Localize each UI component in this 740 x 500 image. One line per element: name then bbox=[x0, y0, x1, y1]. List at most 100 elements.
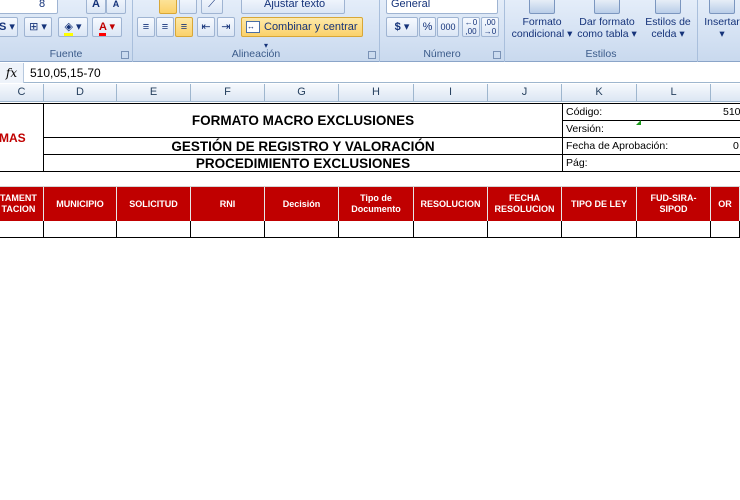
borders-icon: ⊞ bbox=[29, 21, 39, 33]
empty-grid-area[interactable] bbox=[0, 239, 740, 500]
font-color-icon: A bbox=[98, 21, 107, 36]
insert-label: Insertar bbox=[704, 16, 740, 28]
decrease-indent-icon: ⇤ bbox=[201, 21, 211, 33]
format-as-table-label: Dar formato como tabla ▾ bbox=[577, 16, 637, 40]
column-header-l[interactable]: L bbox=[637, 84, 711, 102]
orientation-button[interactable]: ⟋ bbox=[201, 0, 223, 14]
align-right-icon: ≡ bbox=[180, 21, 188, 33]
column-header-f[interactable]: F bbox=[191, 84, 265, 102]
pag-cell bbox=[562, 154, 740, 172]
orientation-icon: ⟋ bbox=[208, 0, 216, 10]
table-cell[interactable] bbox=[265, 221, 339, 238]
table-header-cell[interactable]: FECHA RESOLUCION bbox=[488, 187, 562, 221]
align-center-icon: ≡ bbox=[161, 21, 169, 33]
fill-color-button[interactable]: ◈ ▾ bbox=[58, 17, 88, 37]
align-middle-button[interactable] bbox=[179, 0, 197, 14]
table-header-cell[interactable]: SOLICITUD bbox=[117, 187, 191, 221]
version-label: Versión: bbox=[566, 123, 604, 135]
font-color-button[interactable]: A ▾ bbox=[92, 17, 122, 37]
number-format-select[interactable]: General bbox=[386, 0, 498, 14]
table-cell[interactable] bbox=[339, 221, 414, 238]
table-header-cell[interactable]: FUD-SIRA-SIPOD bbox=[637, 187, 711, 221]
table-header-cell[interactable]: Tipo de Documento bbox=[339, 187, 414, 221]
pag-label: Pág: bbox=[566, 157, 588, 169]
font-size-box[interactable]: 8 bbox=[0, 0, 58, 14]
decrease-indent-button[interactable]: ⇤ bbox=[197, 17, 215, 37]
table-header-cell[interactable]: Decisión bbox=[265, 187, 339, 221]
worksheet-grid[interactable]: MAS FORMATO MACRO EXCLUSIONES GESTIÓN DE… bbox=[0, 103, 740, 500]
ribbon: 8 A A S ▾ ⊞ ▾ ◈ ▾ A ▾ Fuente ↘ ⟋ Ajustar… bbox=[0, 0, 740, 62]
fecha-label: Fecha de Aprobación: bbox=[566, 140, 669, 152]
insert-button[interactable]: Insertar ▾ bbox=[702, 0, 740, 40]
font-group: 8 A A S ▾ ⊞ ▾ ◈ ▾ A ▾ Fuente ↘ bbox=[0, 0, 133, 62]
merge-center-button[interactable]: ↔ Combinar y centrar ▾ bbox=[241, 17, 363, 50]
table-header-cell[interactable]: RESOLUCION bbox=[414, 187, 488, 221]
column-header-k[interactable]: K bbox=[562, 84, 637, 102]
table-cell[interactable] bbox=[44, 221, 117, 238]
table-cell[interactable] bbox=[562, 221, 637, 238]
table-data-row[interactable] bbox=[0, 221, 740, 239]
thousands-button[interactable]: 000 bbox=[437, 17, 459, 37]
table-cell[interactable] bbox=[414, 221, 488, 238]
table-cell[interactable] bbox=[637, 221, 711, 238]
shrink-font-button[interactable]: A bbox=[106, 0, 126, 14]
decrease-decimals-button[interactable]: ,00 →0 bbox=[481, 17, 499, 37]
align-left-icon: ≡ bbox=[142, 21, 150, 33]
column-header-d[interactable]: D bbox=[44, 84, 117, 102]
percent-button[interactable]: % bbox=[419, 17, 436, 37]
table-header-cell[interactable]: TAMENT TACION bbox=[0, 187, 44, 221]
column-header-c[interactable]: C bbox=[0, 84, 44, 102]
logo-text: MAS bbox=[0, 131, 26, 145]
borders-button[interactable]: ⊞ ▾ bbox=[24, 17, 52, 37]
increase-indent-icon: ⇥ bbox=[221, 21, 231, 33]
fill-bucket-icon: ◈ bbox=[64, 21, 73, 36]
table-header-row: TAMENT TACION MUNICIPIO SOLICITUD RNI Decisi… bbox=[0, 187, 740, 221]
number-dialog-launcher[interactable]: ↘ bbox=[493, 51, 501, 59]
number-group-label: Número bbox=[423, 48, 461, 60]
column-header-m[interactable] bbox=[711, 84, 740, 102]
align-right-button[interactable]: ≡ bbox=[175, 17, 193, 37]
currency-button[interactable]: $ ▾ bbox=[386, 17, 418, 37]
codigo-label: Código: bbox=[566, 106, 603, 118]
font-group-label: Fuente bbox=[49, 48, 83, 60]
table-header-cell[interactable]: MUNICIPIO bbox=[44, 187, 117, 221]
strikethrough-button[interactable]: S ▾ bbox=[0, 17, 18, 37]
increase-indent-button[interactable]: ⇥ bbox=[217, 17, 235, 37]
table-header-cell[interactable]: OR bbox=[711, 187, 740, 221]
wrap-text-button[interactable]: Ajustar texto bbox=[241, 0, 345, 14]
spacer-row[interactable] bbox=[0, 172, 740, 187]
conditional-format-icon bbox=[529, 0, 555, 14]
column-header-i[interactable]: I bbox=[414, 84, 488, 102]
cell-styles-button[interactable]: Estilos de celda ▾ bbox=[641, 0, 695, 40]
font-dialog-launcher[interactable]: ↘ bbox=[121, 51, 129, 59]
format-as-table-icon bbox=[594, 0, 620, 14]
align-center-button[interactable]: ≡ bbox=[156, 17, 174, 37]
alignment-dialog-launcher[interactable]: ↘ bbox=[368, 51, 376, 59]
table-header-cell[interactable]: RNI bbox=[191, 187, 265, 221]
cell-styles-label: Estilos de celda ▾ bbox=[645, 16, 691, 40]
formula-input[interactable]: 510,05,15-70 bbox=[30, 63, 101, 83]
table-cell[interactable] bbox=[0, 221, 44, 238]
align-top-button[interactable] bbox=[159, 0, 177, 14]
table-header-cell[interactable]: TIPO DE LEY bbox=[562, 187, 637, 221]
column-header-g[interactable]: G bbox=[265, 84, 339, 102]
comment-indicator[interactable] bbox=[636, 120, 641, 125]
function-icon[interactable]: fx bbox=[0, 63, 24, 83]
format-as-table-button[interactable]: Dar formato como tabla ▾ bbox=[575, 0, 639, 40]
styles-group: Formato condicional ▾ Dar formato como tab… bbox=[505, 0, 698, 62]
title-procedimiento: PROCEDIMIENTO EXCLUSIONES bbox=[195, 156, 411, 171]
align-left-button[interactable]: ≡ bbox=[137, 17, 155, 37]
table-cell[interactable] bbox=[488, 221, 562, 238]
grow-font-button[interactable]: A bbox=[86, 0, 106, 14]
table-cell[interactable] bbox=[711, 221, 740, 238]
column-header-h[interactable]: H bbox=[339, 84, 414, 102]
table-cell[interactable] bbox=[191, 221, 265, 238]
column-header-j[interactable]: J bbox=[488, 84, 562, 102]
increase-decimals-button[interactable]: ←0,00 bbox=[462, 17, 480, 37]
conditional-format-button[interactable]: Formato condicional ▾ bbox=[511, 0, 573, 40]
logo-cell: MAS bbox=[0, 103, 44, 172]
table-cell[interactable] bbox=[117, 221, 191, 238]
column-header-e[interactable]: E bbox=[117, 84, 191, 102]
merge-center-icon: ↔ bbox=[246, 21, 260, 33]
insert-icon bbox=[709, 0, 735, 14]
